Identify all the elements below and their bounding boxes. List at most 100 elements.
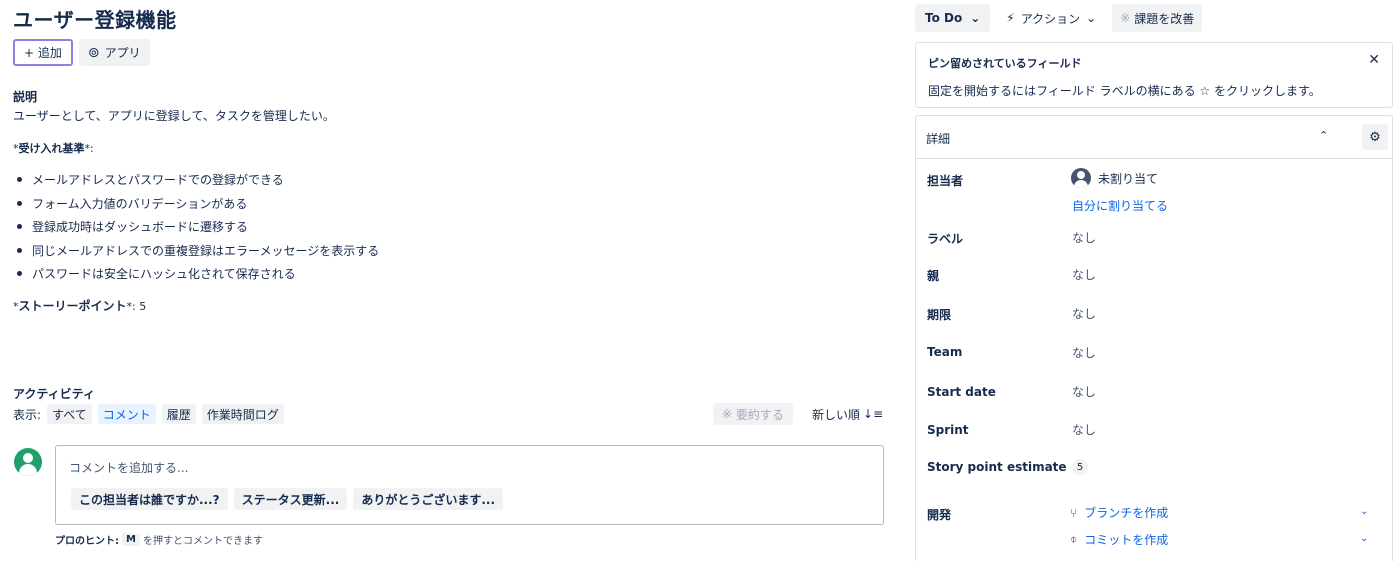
field-label: ラベル — [927, 232, 964, 246]
summarize-label: 要約する — [735, 407, 784, 422]
assignee-label: 担当者 — [927, 174, 964, 188]
branch-icon: ⑂ — [1070, 505, 1078, 520]
bullet-icon — [17, 271, 22, 277]
description-text[interactable]: ユーザーとして、アプリに登録して、タスクを管理したい。 — [13, 107, 335, 124]
sort-button[interactable]: 新しい順 ↓≡ — [812, 403, 883, 425]
assignee-name: 未割り当て — [1098, 171, 1159, 186]
assignee-value[interactable]: 未割り当て — [1071, 168, 1158, 188]
pro-tip: プロのヒント: M を押すとコメントできます — [55, 532, 263, 547]
field-label: Start date — [927, 385, 996, 399]
field-label: 期限 — [927, 308, 952, 322]
quick-reply-button[interactable]: ありがとうございます... — [353, 488, 504, 510]
chevron-down-icon[interactable]: ⌄ — [1360, 506, 1368, 517]
create-branch-label: ブランチを作成 — [1084, 506, 1169, 520]
quick-replies: この担当者は誰ですか...? ステータス更新... ありがとうございます... — [71, 488, 504, 510]
filter-history[interactable]: 履歴 — [161, 404, 196, 424]
lightning-icon: ⚡ — [1006, 11, 1015, 25]
pinned-heading: ピン留めされているフィールド — [928, 57, 1082, 70]
field-value[interactable]: なし — [1072, 383, 1096, 400]
user-avatar-icon — [1071, 168, 1091, 188]
quick-reply-button[interactable]: この担当者は誰ですか...? — [71, 488, 228, 510]
issue-title[interactable]: ユーザー登録機能 — [13, 4, 177, 33]
field-value[interactable]: なし — [1072, 305, 1096, 322]
list-item: 登録成功時はダッシュボードに遷移する — [17, 215, 379, 239]
filter-all[interactable]: すべて — [47, 404, 92, 424]
acceptance-criteria-list: メールアドレスとパスワードでの登録ができる フォーム入力値のバリデーションがある… — [17, 168, 379, 286]
apps-icon: ⊚ — [87, 44, 100, 61]
pinned-text: 固定を開始するにはフィールド ラベルの横にある ☆ をクリックします。 — [928, 84, 1321, 98]
list-item: メールアドレスとパスワードでの登録ができる — [17, 168, 379, 192]
create-branch-link[interactable]: ⑂ ブランチを作成 — [1070, 504, 1168, 521]
field-value[interactable]: なし — [1072, 421, 1096, 438]
commit-icon: ⌽ — [1070, 532, 1078, 546]
chevron-down-icon: ⌄ — [1086, 11, 1097, 25]
status-dropdown[interactable]: To Do ⌄ — [915, 4, 991, 32]
chevron-down-icon[interactable]: ⌄ — [1360, 533, 1368, 544]
pinned-fields-panel: ピン留めされているフィールド ✕ 固定を開始するにはフィールド ラベルの横にある… — [915, 42, 1393, 108]
ai-sparkle-icon: ※ — [1120, 11, 1131, 25]
bullet-icon — [17, 247, 22, 253]
filter-worklog[interactable]: 作業時間ログ — [201, 404, 284, 424]
comment-placeholder[interactable]: コメントを追加する... — [69, 459, 188, 476]
chevron-up-icon[interactable]: ⌃ — [1319, 129, 1328, 142]
criteria-text: メールアドレスとパスワードでの登録ができる — [32, 173, 284, 188]
filter-comments[interactable]: コメント — [97, 404, 156, 424]
criteria-text: 登録成功時はダッシュボードに遷移する — [32, 220, 249, 235]
sort-label: 新しい順 — [812, 407, 861, 422]
summarize-button[interactable]: ※ 要約する — [713, 403, 793, 425]
criteria-text: パスワードは安全にハッシュ化されて保存される — [32, 267, 296, 282]
ai-sparkle-icon: ※ — [722, 407, 733, 421]
create-commit-link[interactable]: ⌽ コミットを作成 — [1070, 531, 1168, 548]
field-value[interactable]: なし — [1072, 266, 1096, 283]
add-button-label: + 追加 — [24, 46, 62, 60]
development-label: 開発 — [927, 508, 952, 522]
apps-button[interactable]: ⊚ アプリ — [78, 39, 150, 66]
improve-issue-button[interactable]: ※ 課題を改善 — [1112, 4, 1203, 32]
story-points-line: *ストーリーポイント*: 5 — [13, 297, 146, 314]
list-item: フォーム入力値のバリデーションがある — [17, 192, 379, 216]
avatar — [14, 448, 42, 476]
status-label: To Do — [925, 11, 963, 25]
ac-suffix: *: — [84, 142, 94, 155]
activity-heading: アクティビティ — [13, 387, 95, 401]
field-label: Team — [927, 345, 963, 359]
list-item: 同じメールアドレスでの重複登録はエラーメッセージを表示する — [17, 239, 379, 263]
description-heading: 説明 — [13, 90, 38, 104]
sp-heading-text: ストーリーポイント — [18, 299, 127, 313]
story-point-badge[interactable]: 5 — [1072, 459, 1088, 475]
field-value[interactable]: なし — [1072, 229, 1096, 246]
bullet-icon — [17, 177, 22, 183]
actions-label: アクション — [1020, 11, 1081, 26]
issue-toolbar: To Do ⌄ ⚡ アクション ⌄ ※ 課題を改善 — [915, 4, 1203, 32]
list-item: パスワードは安全にハッシュ化されて保存される — [17, 262, 379, 286]
bullet-icon — [17, 200, 22, 206]
gear-icon[interactable]: ⚙ — [1362, 124, 1388, 150]
field-value[interactable]: なし — [1072, 344, 1096, 361]
details-header[interactable]: 詳細 ⌃ ⚙ — [916, 116, 1392, 159]
sort-icon: ↓≡ — [863, 407, 884, 421]
assign-to-me-link[interactable]: 自分に割り当てる — [1072, 197, 1168, 214]
create-commit-label: コミットを作成 — [1084, 533, 1169, 547]
comment-box[interactable]: コメントを追加する... この担当者は誰ですか...? ステータス更新... あ… — [55, 445, 884, 525]
actions-dropdown[interactable]: ⚡ アクション ⌄ — [998, 4, 1104, 32]
criteria-text: 同じメールアドレスでの重複登録はエラーメッセージを表示する — [32, 243, 380, 258]
quick-reply-button[interactable]: ステータス更新... — [233, 488, 348, 510]
pro-tip-text: を押すとコメントできます — [142, 536, 263, 547]
ac-heading-text: 受け入れ基準 — [18, 142, 85, 155]
sp-suffix: *: 5 — [126, 300, 147, 313]
field-label: 親 — [927, 269, 940, 283]
bullet-icon — [17, 224, 22, 230]
shortcut-key: M — [122, 533, 140, 546]
show-label: 表示: — [13, 407, 42, 422]
acceptance-criteria-heading: *受け入れ基準*: — [13, 140, 94, 156]
apps-button-label: アプリ — [104, 46, 141, 60]
add-button[interactable]: + 追加 — [13, 39, 73, 66]
close-icon[interactable]: ✕ — [1368, 52, 1380, 68]
improve-label: 課題を改善 — [1134, 11, 1195, 26]
criteria-text: フォーム入力値のバリデーションがある — [32, 196, 248, 211]
story-point-label: Story point estimate — [927, 460, 1067, 474]
pro-tip-label: プロのヒント: — [55, 536, 119, 547]
issue-main: ユーザー登録機能 + 追加 ⊚ アプリ 説明 ユーザーとして、アプリに登録して、… — [13, 0, 893, 561]
chevron-down-icon: ⌄ — [970, 11, 981, 25]
details-heading: 詳細 — [926, 132, 951, 146]
